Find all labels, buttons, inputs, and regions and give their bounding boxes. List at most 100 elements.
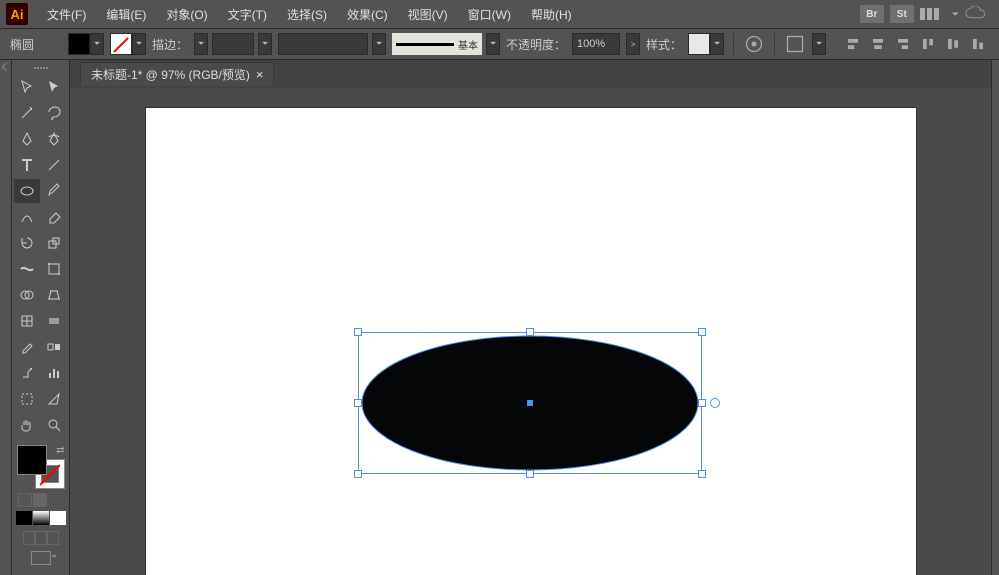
hand-tool[interactable] (14, 413, 40, 437)
magic-wand-tool[interactable] (14, 101, 40, 125)
type-tool[interactable] (14, 153, 40, 177)
selection-tool[interactable] (14, 75, 40, 99)
toolbox-handle[interactable] (14, 64, 67, 72)
opacity-input[interactable] (572, 33, 620, 55)
artboard-tool[interactable] (14, 387, 40, 411)
resize-handle-bm[interactable] (526, 470, 534, 478)
fill-box[interactable] (17, 445, 47, 475)
blend-tool[interactable] (42, 335, 68, 359)
menu-object[interactable]: 对象(O) (157, 3, 216, 26)
align-bottom-button[interactable] (967, 33, 989, 55)
arrange-dropdown-icon[interactable]: ⏷ (952, 9, 959, 20)
swap-default-button[interactable] (33, 493, 47, 507)
resize-handle-tr[interactable] (698, 328, 706, 336)
close-tab-button[interactable]: × (256, 67, 264, 82)
pen-tool[interactable] (14, 127, 40, 151)
menu-effect[interactable]: 效果(C) (338, 3, 397, 26)
eyedropper-tool[interactable] (14, 335, 40, 359)
menu-window[interactable]: 窗口(W) (459, 3, 520, 26)
stroke-dropdown-icon[interactable]: ⏷ (132, 33, 146, 55)
stroke-swatch[interactable]: ⏷ (110, 33, 146, 55)
shape-builder-tool[interactable] (14, 283, 40, 307)
resize-handle-tl[interactable] (354, 328, 362, 336)
artboard[interactable] (146, 108, 916, 575)
stroke-weight-group[interactable]: ⏷ ⏷ (194, 33, 272, 55)
stroke-profile-group[interactable]: ⏷ (278, 33, 386, 55)
graphic-style-swatch[interactable]: ⏷ (688, 33, 724, 55)
selection-center-icon[interactable] (527, 400, 533, 406)
lasso-tool[interactable] (42, 101, 68, 125)
ellipse-tool[interactable] (14, 179, 40, 203)
right-panel-strip[interactable] (991, 60, 999, 575)
opacity-dd-icon[interactable]: > (626, 33, 640, 55)
stock-button[interactable]: St (890, 5, 914, 23)
swap-fill-stroke-icon[interactable]: ⇄ (56, 445, 64, 456)
recolor-button[interactable] (743, 33, 765, 55)
align-vcenter-button[interactable] (942, 33, 964, 55)
align-left-button[interactable] (842, 33, 864, 55)
fill-dropdown-icon[interactable]: ⏷ (90, 33, 104, 55)
stroke-profile-dd-icon[interactable]: ⏷ (372, 33, 386, 55)
canvas-viewport[interactable] (70, 88, 991, 575)
mesh-tool[interactable] (14, 309, 40, 333)
gradient-tool[interactable] (42, 309, 68, 333)
graphic-style-dd-icon[interactable]: ⏷ (710, 33, 724, 55)
menu-edit[interactable]: 编辑(E) (97, 3, 155, 26)
stroke-weight-down-icon[interactable]: ⏷ (194, 33, 208, 55)
bridge-button[interactable]: Br (860, 5, 884, 23)
zoom-tool[interactable] (42, 413, 68, 437)
menu-type[interactable]: 文字(T) (219, 3, 276, 26)
brush-style-group[interactable]: 基本 ⏷ (392, 33, 500, 55)
shaper-tool[interactable] (14, 205, 40, 229)
width-tool[interactable] (14, 257, 40, 281)
draw-normal-button[interactable] (23, 531, 35, 545)
menu-select[interactable]: 选择(S) (278, 3, 336, 26)
none-button[interactable] (50, 511, 66, 525)
document-tab-title: 未标题-1* @ 97% (RGB/预览) (91, 66, 250, 83)
menu-file[interactable]: 文件(F) (38, 3, 95, 26)
rotate-tool[interactable] (14, 231, 40, 255)
align-to-dd-icon[interactable]: ⏷ (812, 33, 826, 55)
screen-mode-button[interactable] (14, 551, 67, 565)
free-transform-tool[interactable] (42, 257, 68, 281)
color-button[interactable] (16, 511, 32, 525)
arrange-documents-icon[interactable] (920, 7, 944, 21)
draw-behind-button[interactable] (35, 531, 47, 545)
selected-ellipse-object[interactable] (358, 332, 702, 474)
align-top-button[interactable] (917, 33, 939, 55)
stroke-profile-field[interactable] (278, 33, 368, 55)
slice-tool[interactable] (42, 387, 68, 411)
default-fill-button[interactable] (18, 493, 32, 507)
align-to-button[interactable] (784, 33, 806, 55)
menu-view[interactable]: 视图(V) (399, 3, 457, 26)
panel-expand-icon[interactable] (0, 64, 11, 74)
curvature-tool[interactable] (42, 127, 68, 151)
fill-stroke-control[interactable]: ⇄ (17, 445, 65, 489)
left-panel-strip[interactable] (0, 60, 12, 575)
resize-handle-br[interactable] (698, 470, 706, 478)
menu-help[interactable]: 帮助(H) (522, 3, 581, 26)
scale-tool[interactable] (42, 231, 68, 255)
paintbrush-tool[interactable] (42, 179, 68, 203)
symbol-sprayer-tool[interactable] (14, 361, 40, 385)
eraser-tool[interactable] (42, 205, 68, 229)
sync-icon[interactable] (965, 6, 987, 22)
align-hcenter-button[interactable] (867, 33, 889, 55)
perspective-tool[interactable] (42, 283, 68, 307)
draw-inside-button[interactable] (47, 531, 59, 545)
live-shape-widget-icon[interactable] (710, 398, 720, 408)
direct-selection-tool[interactable] (42, 75, 68, 99)
stroke-weight-dd-icon[interactable]: ⏷ (258, 33, 272, 55)
stroke-weight-input[interactable] (212, 33, 254, 55)
document-tab[interactable]: 未标题-1* @ 97% (RGB/预览) × (80, 62, 274, 86)
resize-handle-ml[interactable] (354, 399, 362, 407)
brush-style-dd-icon[interactable]: ⏷ (486, 33, 500, 55)
resize-handle-bl[interactable] (354, 470, 362, 478)
fill-swatch[interactable]: ⏷ (68, 33, 104, 55)
column-graph-tool[interactable] (42, 361, 68, 385)
gradient-button[interactable] (33, 511, 49, 525)
resize-handle-mr[interactable] (698, 399, 706, 407)
line-tool[interactable] (42, 153, 68, 177)
resize-handle-tm[interactable] (526, 328, 534, 336)
align-right-button[interactable] (892, 33, 914, 55)
